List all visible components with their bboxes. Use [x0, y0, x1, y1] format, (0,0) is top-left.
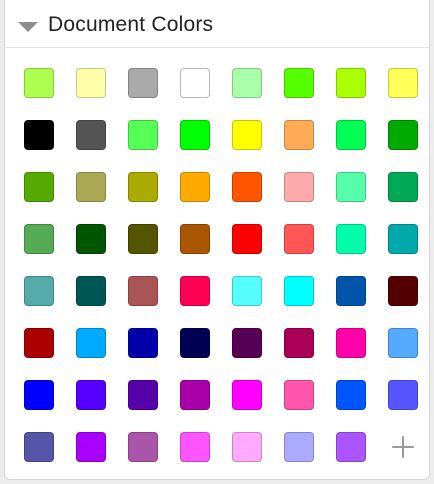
color-swatch[interactable]: [336, 120, 366, 150]
color-swatch[interactable]: [128, 276, 158, 306]
color-swatch[interactable]: [336, 276, 366, 306]
color-swatch-grid: [5, 0, 429, 479]
color-swatch[interactable]: [388, 120, 418, 150]
color-swatch[interactable]: [284, 380, 314, 410]
color-swatch[interactable]: [128, 172, 158, 202]
color-swatch[interactable]: [388, 68, 418, 98]
color-swatch[interactable]: [284, 120, 314, 150]
color-swatch[interactable]: [128, 224, 158, 254]
color-swatch[interactable]: [388, 328, 418, 358]
color-swatch[interactable]: [76, 172, 106, 202]
color-swatch[interactable]: [284, 328, 314, 358]
color-swatch[interactable]: [76, 224, 106, 254]
color-swatch[interactable]: [284, 432, 314, 462]
color-swatch[interactable]: [284, 172, 314, 202]
color-swatch[interactable]: [232, 224, 262, 254]
color-swatch[interactable]: [180, 68, 210, 98]
color-swatch[interactable]: [180, 432, 210, 462]
color-swatch[interactable]: [336, 172, 366, 202]
color-swatch[interactable]: [388, 276, 418, 306]
color-swatch[interactable]: [128, 380, 158, 410]
color-swatch[interactable]: [180, 380, 210, 410]
color-swatch[interactable]: [128, 120, 158, 150]
color-swatch[interactable]: [128, 432, 158, 462]
color-swatch[interactable]: [76, 328, 106, 358]
color-swatch[interactable]: [180, 328, 210, 358]
color-swatch[interactable]: [336, 328, 366, 358]
color-swatch[interactable]: [76, 68, 106, 98]
color-swatch[interactable]: [180, 172, 210, 202]
color-swatch[interactable]: [232, 328, 262, 358]
color-swatch[interactable]: [284, 276, 314, 306]
color-swatch[interactable]: [232, 172, 262, 202]
color-swatch[interactable]: [76, 120, 106, 150]
color-swatch[interactable]: [76, 276, 106, 306]
color-swatch[interactable]: [232, 276, 262, 306]
color-swatch[interactable]: [128, 328, 158, 358]
add-color-button[interactable]: [388, 432, 418, 462]
color-swatch[interactable]: [24, 224, 54, 254]
plus-icon: [388, 432, 418, 462]
color-swatch[interactable]: [24, 432, 54, 462]
color-swatch[interactable]: [76, 380, 106, 410]
color-swatch[interactable]: [336, 224, 366, 254]
color-swatch[interactable]: [24, 276, 54, 306]
color-swatch[interactable]: [336, 432, 366, 462]
color-swatch[interactable]: [232, 380, 262, 410]
color-swatch[interactable]: [336, 68, 366, 98]
color-swatch[interactable]: [232, 68, 262, 98]
color-swatch[interactable]: [24, 328, 54, 358]
document-colors-panel: Document Colors: [4, 0, 430, 480]
color-swatch[interactable]: [232, 120, 262, 150]
color-swatch[interactable]: [180, 276, 210, 306]
color-swatch[interactable]: [232, 432, 262, 462]
color-swatch[interactable]: [24, 380, 54, 410]
color-swatch[interactable]: [24, 172, 54, 202]
color-swatch[interactable]: [128, 68, 158, 98]
color-swatch[interactable]: [24, 120, 54, 150]
color-swatch[interactable]: [180, 224, 210, 254]
color-swatch[interactable]: [284, 224, 314, 254]
color-swatch[interactable]: [24, 68, 54, 98]
color-swatch[interactable]: [336, 380, 366, 410]
color-swatch[interactable]: [388, 224, 418, 254]
color-swatch[interactable]: [284, 68, 314, 98]
color-swatch[interactable]: [388, 172, 418, 202]
color-swatch[interactable]: [180, 120, 210, 150]
color-swatch[interactable]: [76, 432, 106, 462]
color-swatch[interactable]: [388, 380, 418, 410]
